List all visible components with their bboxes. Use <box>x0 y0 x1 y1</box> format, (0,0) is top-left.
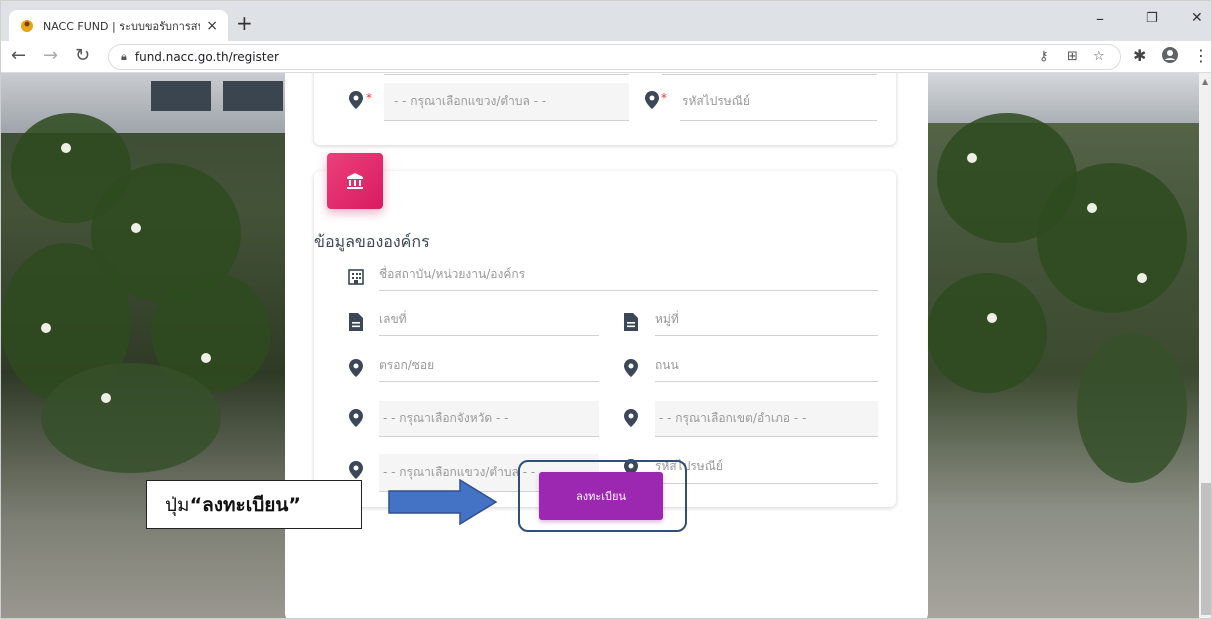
tab-title: NACC FUND | ระบบขอรับการสนับส <box>43 19 200 33</box>
browser-menu-icon[interactable]: ⋮ <box>1193 46 1209 65</box>
required-asterisk: * <box>661 91 667 105</box>
building-icon <box>347 268 365 286</box>
register-page: * - - กรุณาเลือกแขวง/ตำบล - - * รหัสไปรษ… <box>285 73 928 618</box>
translate-icon[interactable]: ⊞ <box>1067 49 1078 64</box>
location-pin-icon <box>622 359 640 377</box>
section-title: ข้อมูลขององค์กร <box>314 232 430 251</box>
new-tab-button[interactable]: + <box>236 13 253 33</box>
annotation-prefix: ปุ่ม <box>165 493 190 516</box>
soi-input[interactable]: ตรอก/ซอย <box>379 350 599 382</box>
district-select-label: - - กรุณาเลือกเขต/อำเภอ - - <box>659 411 807 425</box>
soi-placeholder: ตรอก/ซอย <box>379 358 435 372</box>
background-photo-right <box>927 73 1199 618</box>
subdistrict-select[interactable]: - - กรุณาเลือกแขวง/ตำบล - - <box>384 83 629 121</box>
location-pin-icon <box>622 409 640 427</box>
browser-tab[interactable]: NACC FUND | ระบบขอรับการสนับส × <box>9 10 228 41</box>
province-select[interactable]: - - กรุณาเลือกจังหวัด - - <box>379 401 599 437</box>
bookmark-star-icon[interactable]: ☆ <box>1093 49 1105 64</box>
province-select-label: - - กรุณาเลือกจังหวัด - - <box>383 411 509 425</box>
house-number-placeholder: เลขที่ <box>379 312 407 326</box>
org-postcode-input[interactable]: รหัสไปรษณีย์ <box>655 450 878 484</box>
browser-toolbar: ← → ↻ 🔒︎ fund.nacc.go.th/register ⚷ ⊞ ☆ … <box>1 41 1211 73</box>
extensions-icon[interactable]: ✱ <box>1133 46 1146 65</box>
profile-avatar-icon[interactable] <box>1161 46 1179 68</box>
moo-placeholder: หมู่ที่ <box>655 312 679 326</box>
location-pin-icon <box>347 359 365 377</box>
reload-icon[interactable]: ↻ <box>75 46 90 66</box>
institution-icon <box>327 153 383 209</box>
road-input[interactable]: ถนน <box>655 350 878 382</box>
annotation-callout: ปุ่ม “ลงทะเบียน” <box>146 480 362 529</box>
tab-strip: NACC FUND | ระบบขอรับการสนับส × + – ❐ ✕ <box>1 1 1211 41</box>
postcode-placeholder: รหัสไปรษณีย์ <box>682 94 750 108</box>
register-button[interactable]: ลงทะเบียน <box>539 472 663 520</box>
address-bar[interactable]: 🔒︎ fund.nacc.go.th/register ⚷ ⊞ ☆ <box>108 44 1121 70</box>
org-name-input[interactable]: ชื่อสถาบัน/หน่วยงาน/องค์กร <box>379 259 878 291</box>
browser-window: NACC FUND | ระบบขอรับการสนับส × + – ❐ ✕ … <box>0 0 1212 619</box>
scroll-thumb[interactable] <box>1201 483 1211 615</box>
restore-button[interactable]: ❐ <box>1146 11 1158 26</box>
key-icon[interactable]: ⚷ <box>1039 49 1049 64</box>
url-text: fund.nacc.go.th/register <box>134 50 279 64</box>
address-card: * - - กรุณาเลือกแขวง/ตำบล - - * รหัสไปรษ… <box>314 73 896 145</box>
annotation-label: “ลงทะเบียน” <box>189 493 301 516</box>
forward-arrow-icon[interactable]: → <box>43 46 58 66</box>
org-name-placeholder: ชื่อสถาบัน/หน่วยงาน/องค์กร <box>379 267 526 281</box>
document-icon <box>622 313 640 331</box>
background-photo-left <box>1 73 286 618</box>
subdistrict-select-label: - - กรุณาเลือกแขวง/ตำบล - - <box>394 94 547 108</box>
right-arrow-icon <box>388 479 498 525</box>
road-placeholder: ถนน <box>655 358 679 372</box>
location-pin-icon <box>347 91 365 109</box>
previous-field[interactable] <box>662 73 877 75</box>
location-pin-icon <box>643 91 661 109</box>
site-favicon-icon <box>19 18 35 34</box>
page-viewport: ▲ * - - กรุณาเลือกแขวง/ตำบล - - * รหัสไป… <box>1 73 1211 618</box>
back-arrow-icon[interactable]: ← <box>11 46 26 66</box>
moo-input[interactable]: หมู่ที่ <box>655 304 878 336</box>
location-pin-icon <box>347 461 365 479</box>
postcode-input[interactable]: รหัสไปรษณีย์ <box>680 83 877 121</box>
document-icon <box>347 313 365 331</box>
close-window-button[interactable]: ✕ <box>1191 10 1203 26</box>
scroll-up-icon[interactable]: ▲ <box>1202 77 1208 86</box>
district-select[interactable]: - - กรุณาเลือกเขต/อำเภอ - - <box>655 401 878 437</box>
lock-icon: 🔒︎ <box>121 50 127 63</box>
minimize-button[interactable]: – <box>1096 9 1104 28</box>
previous-field[interactable] <box>384 73 629 75</box>
tab-close-icon[interactable]: × <box>206 18 218 34</box>
location-pin-icon <box>347 409 365 427</box>
required-asterisk: * <box>366 91 372 105</box>
house-number-input[interactable]: เลขที่ <box>379 304 599 336</box>
